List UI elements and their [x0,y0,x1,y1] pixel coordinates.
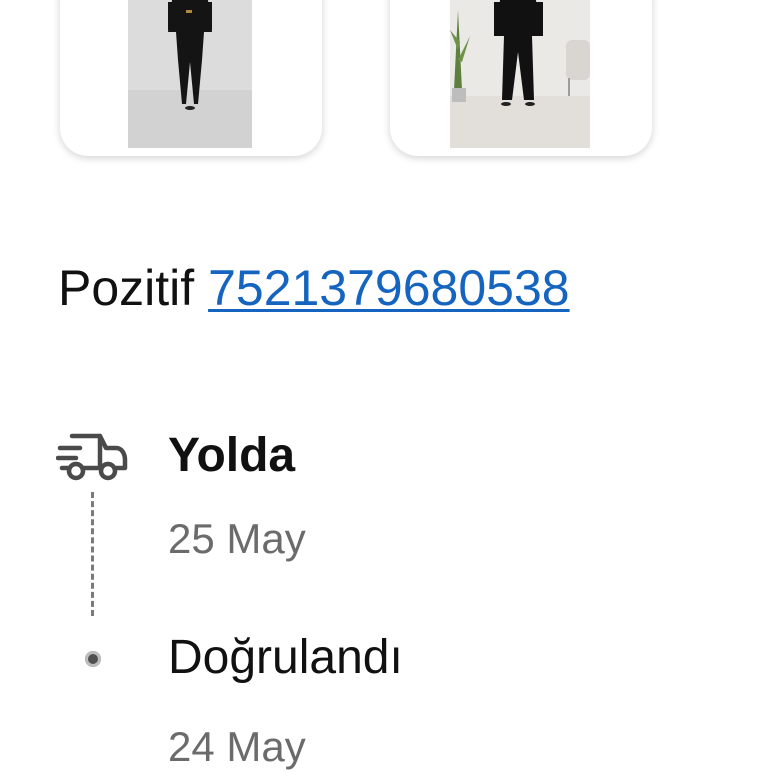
timeline-status: Yolda [168,429,296,482]
timeline-date: 24 May [168,723,306,770]
product-image[interactable] [128,0,252,148]
timeline-connector [91,492,94,616]
product-image[interactable] [450,0,590,148]
timeline-status: Doğrulandı [168,631,403,684]
dot-icon [85,651,101,667]
truck-icon [56,433,128,481]
product-card[interactable] [60,0,322,156]
tracking-number-link[interactable]: 7521379680538 [208,260,570,316]
seller-name: Pozitif [58,260,195,316]
product-card[interactable] [390,0,652,156]
timeline-date: 25 May [168,515,306,562]
seller-tracking-row: Pozitif 7521379680538 [58,258,570,318]
